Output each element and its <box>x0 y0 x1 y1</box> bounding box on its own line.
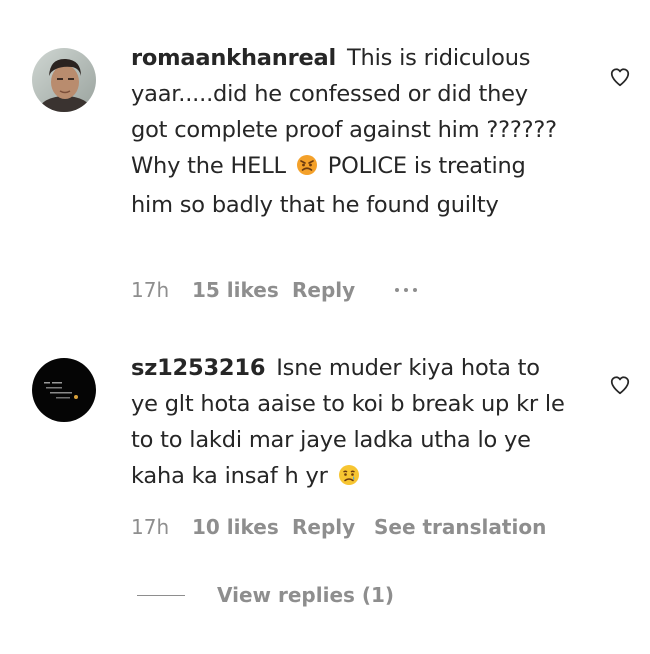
view-replies-button[interactable]: View replies (1) <box>137 583 394 607</box>
comment-text: sz1253216 Isne muder kiya hota to ye glt… <box>131 350 571 497</box>
likes-count[interactable]: 10 likes <box>192 515 292 539</box>
reply-button[interactable]: Reply <box>292 515 374 539</box>
ellipsis-icon[interactable] <box>395 280 417 300</box>
comment-username[interactable]: romaankhanreal <box>131 45 336 71</box>
angry-face-emoji <box>296 151 318 187</box>
avatar-photo <box>32 358 96 422</box>
divider-line <box>137 594 185 596</box>
comment-timestamp: 17h <box>131 515 170 539</box>
see-translation-button[interactable]: See translation <box>374 515 546 539</box>
avatar[interactable] <box>32 48 96 112</box>
comment-meta: 17h 10 likes Reply See translation <box>131 515 546 539</box>
comment-text: romaankhanreal This is ridiculous yaar..… <box>131 40 571 223</box>
likes-count[interactable]: 15 likes <box>192 278 292 302</box>
avatar-photo <box>32 48 96 112</box>
heart-icon[interactable] <box>609 374 631 396</box>
comment-meta: 17h 15 likes Reply <box>131 278 417 302</box>
reply-button[interactable]: Reply <box>292 278 395 302</box>
crying-face-emoji <box>338 461 360 497</box>
avatar[interactable] <box>32 358 96 422</box>
heart-icon[interactable] <box>609 66 631 88</box>
comment-timestamp: 17h <box>131 278 170 302</box>
comment-username[interactable]: sz1253216 <box>131 355 265 381</box>
view-replies-label: View replies (1) <box>217 583 395 607</box>
